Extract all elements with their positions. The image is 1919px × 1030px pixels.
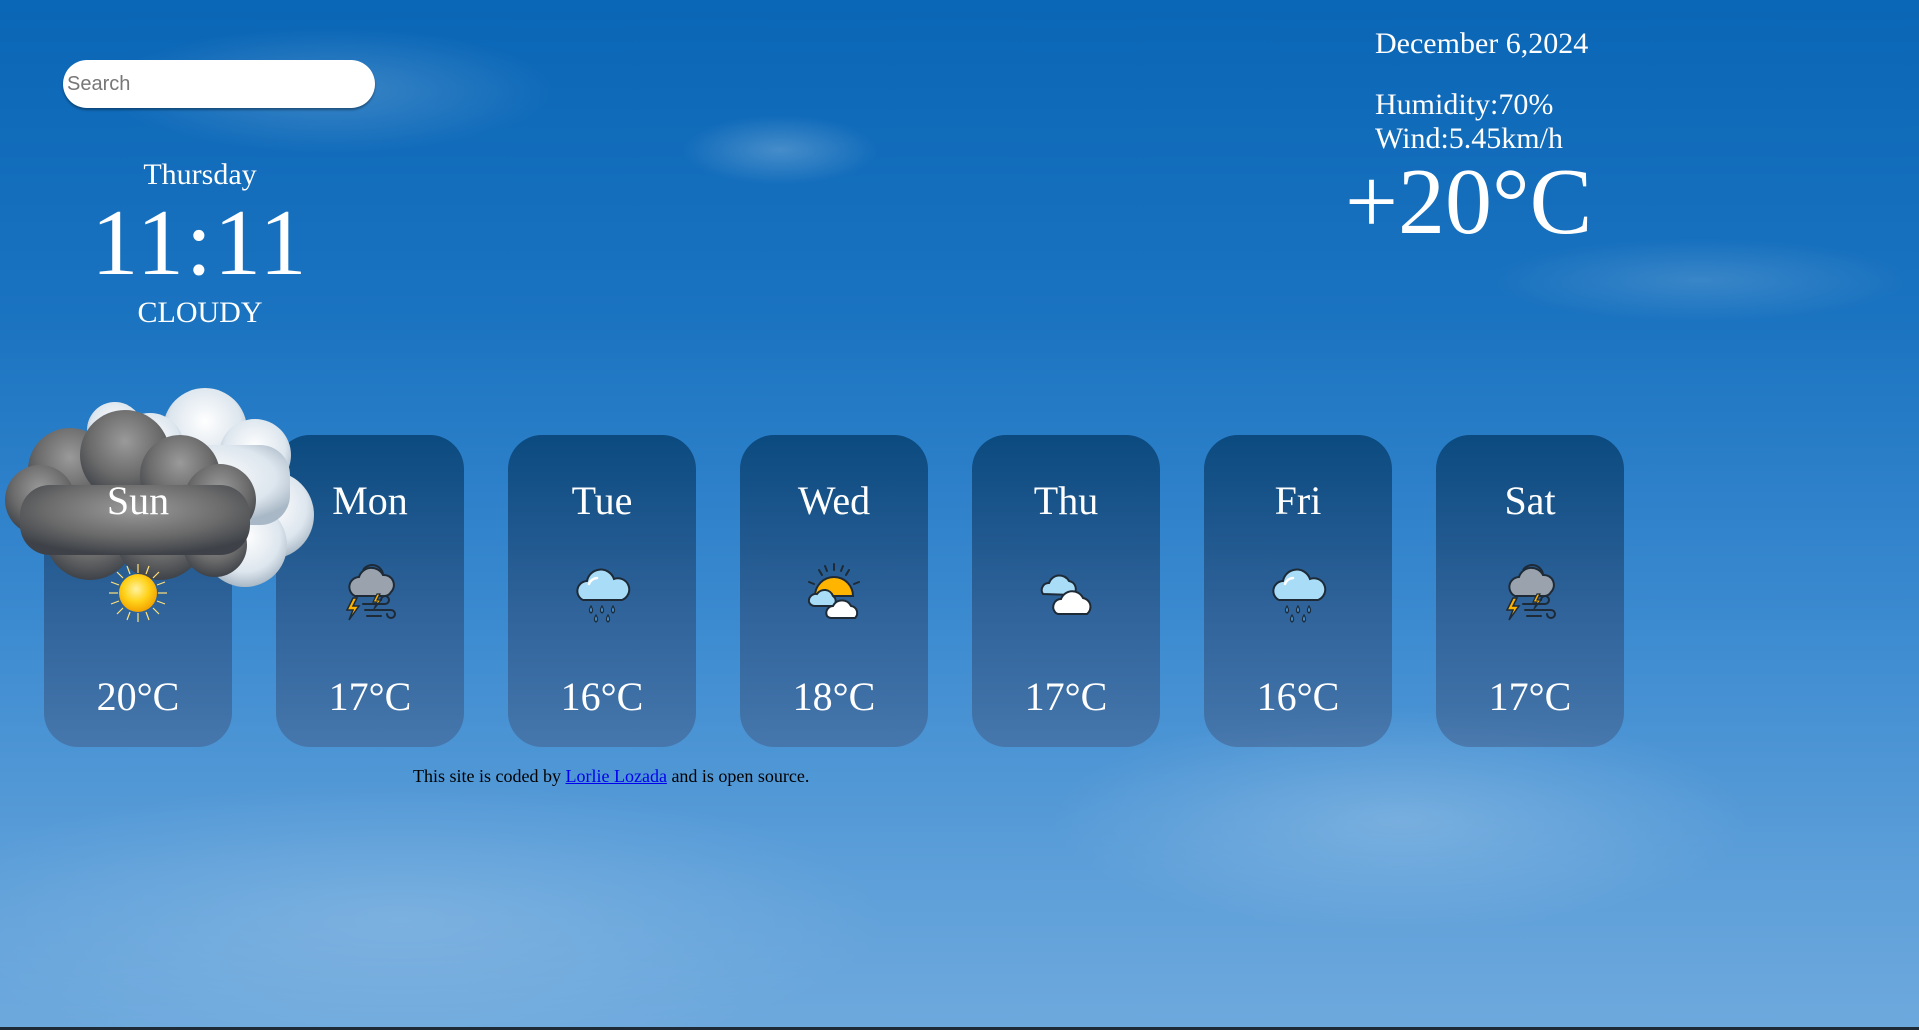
weekly-forecast: Sun 20°C Mon 17°C Tue 16°C Wed 18°C Thu … xyxy=(44,435,1624,747)
search-input[interactable] xyxy=(63,60,375,108)
author-link[interactable]: Lorlie Lozada xyxy=(565,766,666,786)
current-condition: CLOUDY xyxy=(137,296,263,329)
cloud-icon xyxy=(1040,574,1092,615)
sun-icon xyxy=(109,564,167,622)
forecast-card-wed: Wed 18°C xyxy=(740,435,928,747)
current-temperature: +20°C xyxy=(1345,150,1593,254)
humidity-readout: Humidity:70% xyxy=(1375,88,1554,121)
partly-sunny-icon xyxy=(807,563,860,619)
forecast-card-fri: Fri 16°C xyxy=(1204,435,1392,747)
forecast-card-sat: Sat 17°C xyxy=(1436,435,1624,747)
forecast-card-sun: Sun 20°C xyxy=(44,435,232,747)
forecast-temp: 17°C xyxy=(1024,674,1108,719)
footer-prefix: This site is coded by xyxy=(413,766,566,786)
rain-cloud-icon xyxy=(1272,568,1327,623)
thunderstorm-wind-icon xyxy=(1505,564,1556,621)
forecast-card-mon: Mon 17°C xyxy=(276,435,464,747)
forecast-day: Wed xyxy=(797,478,871,523)
current-time: 11:11 xyxy=(91,191,309,295)
forecast-day: Mon xyxy=(332,478,408,523)
forecast-temp: 20°C xyxy=(96,674,180,719)
footer-suffix: and is open source. xyxy=(666,766,810,786)
forecast-card-thu: Thu 17°C xyxy=(972,435,1160,747)
thunderstorm-wind-icon xyxy=(345,564,396,621)
current-weather-panel: December 6,2024 Humidity:70% Wind:5.45km… xyxy=(1345,24,1645,252)
current-day: Thursday xyxy=(143,158,257,191)
rain-cloud-icon xyxy=(576,568,631,623)
forecast-card-tue: Tue 16°C xyxy=(508,435,696,747)
forecast-day: Sat xyxy=(1504,478,1556,523)
forecast-temp: 16°C xyxy=(560,674,644,719)
forecast-day: Tue xyxy=(571,478,633,523)
forecast-day: Sun xyxy=(106,478,170,523)
forecast-temp: 17°C xyxy=(1488,674,1572,719)
forecast-day: Thu xyxy=(1033,478,1099,523)
current-time-panel: Thursday 11:11 CLOUDY xyxy=(90,155,310,333)
forecast-day: Fri xyxy=(1274,478,1322,523)
forecast-temp: 16°C xyxy=(1256,674,1340,719)
forecast-temp: 17°C xyxy=(328,674,412,719)
forecast-temp: 18°C xyxy=(792,674,876,719)
footer-credit: This site is coded by Lorlie Lozada and … xyxy=(413,766,809,787)
current-date: December 6,2024 xyxy=(1375,27,1589,60)
